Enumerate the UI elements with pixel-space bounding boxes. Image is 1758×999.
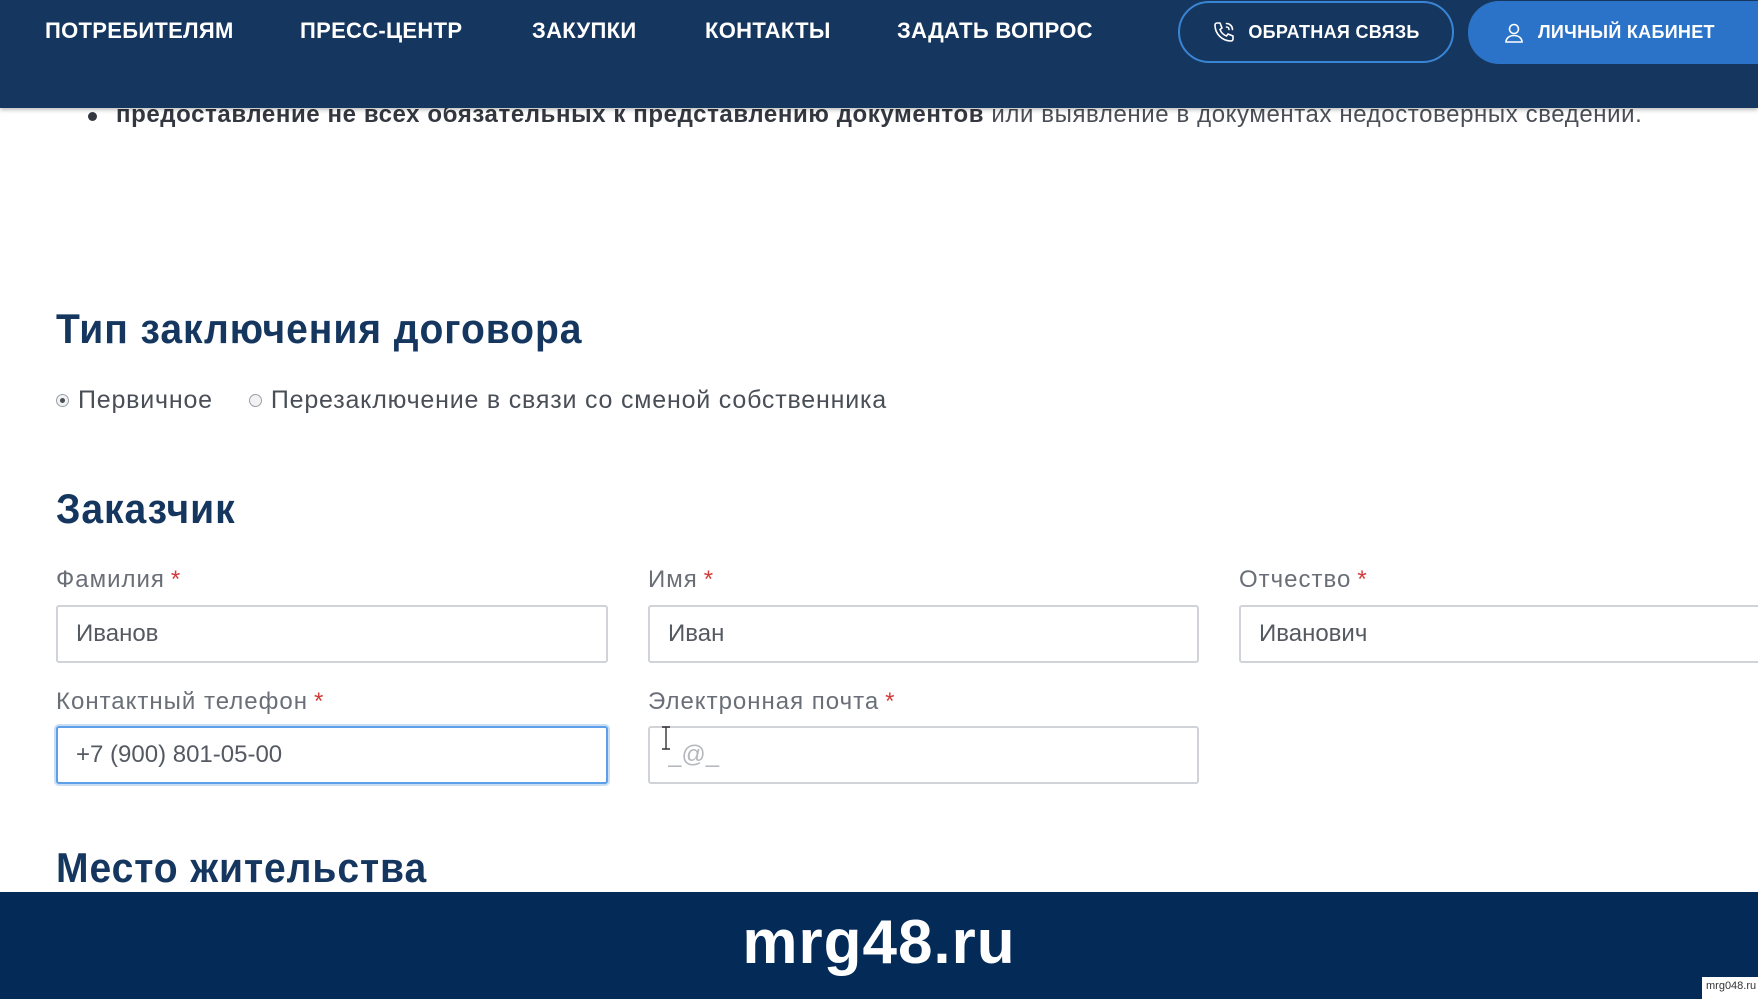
page: ПОТРЕБИТЕЛЯМ ПРЕСС-ЦЕНТР ЗАКУПКИ КОНТАКТ…: [0, 0, 1758, 999]
required-mark: *: [1357, 566, 1368, 593]
required-mark: *: [313, 688, 325, 715]
phone-label-text: Контактный телефон: [56, 688, 308, 715]
radio-primary-label[interactable]: Первичное: [78, 386, 213, 415]
customer-title: Заказчик: [56, 485, 236, 532]
bullet-marker: [88, 112, 97, 121]
banner-site-name: mrg48.ru: [742, 908, 1016, 977]
nav-link-purchases[interactable]: ЗАКУПКИ: [532, 18, 636, 44]
first-name-field[interactable]: [648, 605, 1199, 663]
patronymic-field[interactable]: [1239, 605, 1758, 663]
corner-site-tag: mrg048.ru: [1702, 977, 1758, 999]
patronymic-label: Отчество *: [1239, 566, 1368, 594]
required-mark: *: [885, 688, 896, 715]
phone-label: Контактный телефон *: [56, 688, 324, 716]
first-name-label-text: Имя: [648, 566, 698, 593]
top-navigation: ПОТРЕБИТЕЛЯМ ПРЕСС-ЦЕНТР ЗАКУПКИ КОНТАКТ…: [0, 0, 1758, 108]
contract-type-title: Тип заключения договора: [56, 305, 583, 352]
last-name-field[interactable]: [56, 605, 608, 663]
feedback-button[interactable]: ОБРАТНАЯ СВЯЗЬ: [1178, 1, 1454, 63]
email-label-text: Электронная почта: [648, 688, 880, 715]
last-name-label: Фамилия *: [56, 566, 181, 594]
email-label: Электронная почта *: [648, 688, 896, 716]
radio-reconclusion-label[interactable]: Перезаключение в связи со сменой собстве…: [271, 386, 887, 415]
last-name-label-text: Фамилия: [56, 566, 165, 593]
phone-icon: [1212, 20, 1236, 44]
text-cursor-icon: [661, 726, 671, 750]
patronymic-label-text: Отчество: [1239, 566, 1352, 593]
radio-primary[interactable]: [56, 394, 69, 407]
required-mark: *: [703, 566, 715, 593]
user-icon: [1504, 22, 1524, 44]
first-name-label: Имя *: [648, 566, 714, 594]
phone-field[interactable]: [56, 726, 608, 784]
radio-reconclusion[interactable]: [248, 394, 262, 407]
nav-link-consumers[interactable]: ПОТРЕБИТЕЛЯМ: [45, 18, 234, 44]
residence-title: Место жительства: [56, 844, 428, 891]
feedback-button-label: ОБРАТНАЯ СВЯЗЬ: [1248, 21, 1420, 42]
nav-link-press-center[interactable]: ПРЕСС-ЦЕНТР: [300, 18, 462, 44]
site-watermark-banner: mrg48.ru mrg048.ru: [0, 892, 1758, 999]
nav-link-ask-question[interactable]: ЗАДАТЬ ВОПРОС: [897, 18, 1093, 44]
nav-link-contacts[interactable]: КОНТАКТЫ: [705, 18, 831, 44]
email-field[interactable]: [648, 726, 1199, 784]
required-mark: *: [170, 566, 182, 593]
contract-type-radio-group: Первичное Перезаключение в связи со смен…: [56, 386, 923, 415]
personal-cabinet-label: ЛИЧНЫЙ КАБИНЕТ: [1538, 22, 1715, 42]
personal-cabinet-button[interactable]: ЛИЧНЫЙ КАБИНЕТ: [1468, 1, 1758, 64]
